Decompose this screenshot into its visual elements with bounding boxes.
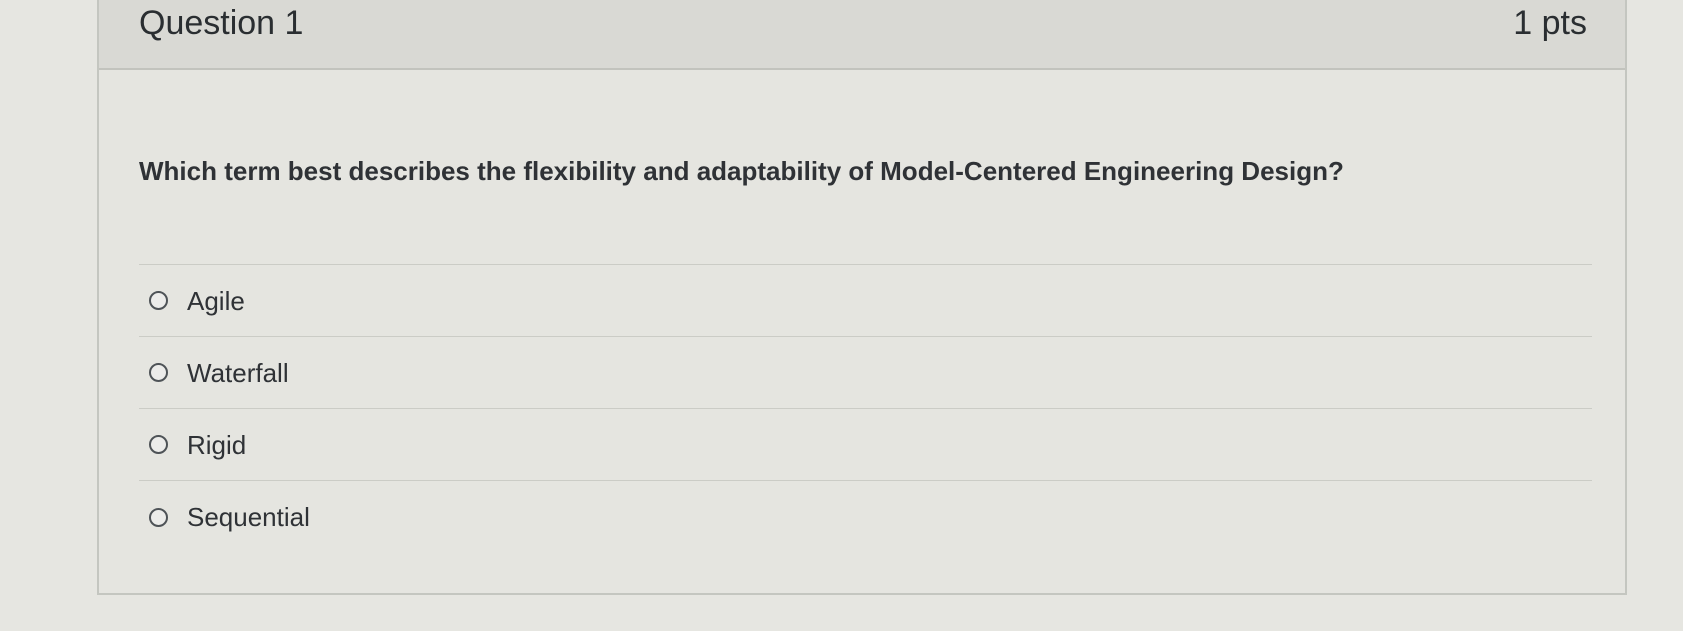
answer-option-rigid[interactable]: Rigid (139, 409, 1592, 481)
question-header: Question 1 1 pts (99, 0, 1625, 70)
answer-label-sequential: Sequential (187, 502, 310, 532)
answer-label-waterfall: Waterfall (187, 357, 289, 388)
question-text: Which term best describes the flexibilit… (139, 156, 1344, 186)
radio-button-waterfall[interactable] (149, 363, 168, 382)
answer-label-agile: Agile (187, 285, 245, 316)
radio-button-sequential[interactable] (149, 507, 168, 527)
question-points: 1 pts (1513, 4, 1587, 42)
answer-option-sequential[interactable]: Sequential (139, 481, 1592, 553)
answer-option-waterfall[interactable]: Waterfall (139, 337, 1592, 409)
question-title: Question 1 (139, 4, 304, 42)
answer-label-rigid: Rigid (187, 429, 247, 460)
radio-button-agile[interactable] (149, 291, 168, 310)
radio-button-rigid[interactable] (149, 435, 168, 454)
answer-option-agile[interactable]: Agile (139, 265, 1592, 337)
question-card: Question 1 1 pts Which term best describ… (97, 0, 1627, 595)
answer-list: Agile Waterfall Rigid Sequential (139, 264, 1592, 553)
